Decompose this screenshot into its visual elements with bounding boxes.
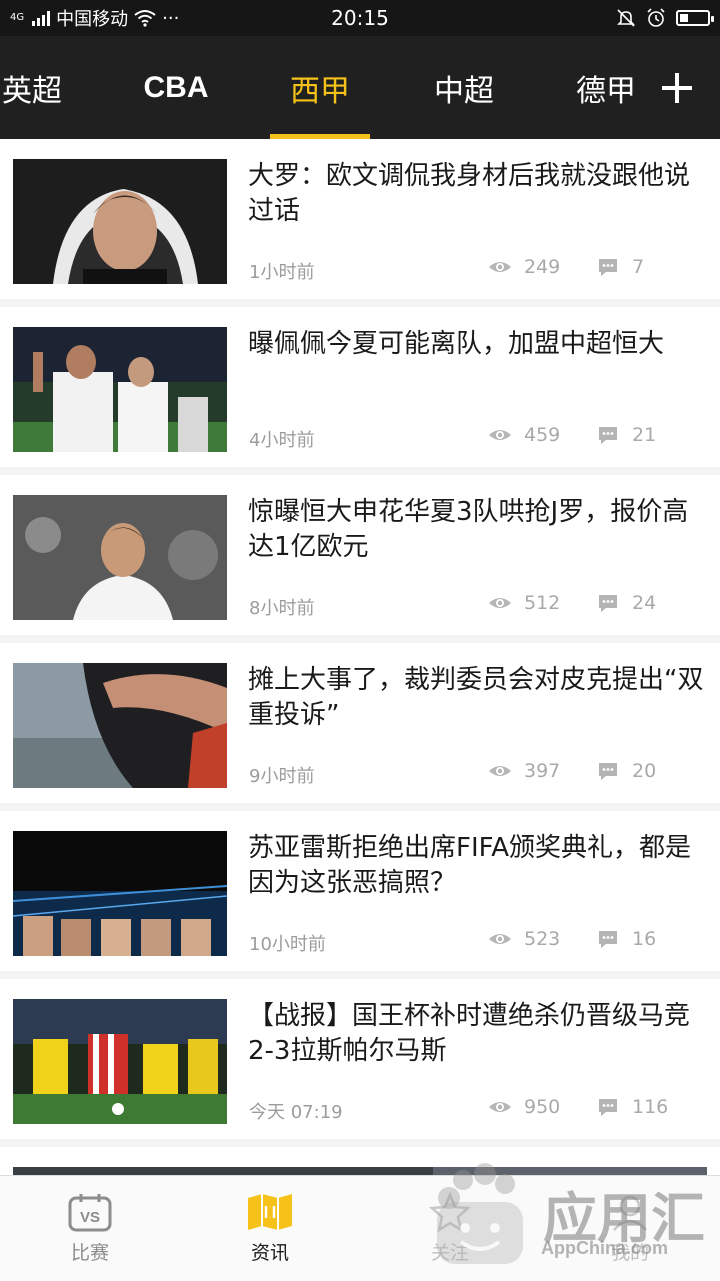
comment-count: 116 (596, 1095, 668, 1119)
news-title: 苏亚雷斯拒绝出席FIFA颁奖典礼，都是因为这张恶搞照？ (248, 833, 691, 898)
news-title: 曝佩佩今夏可能离队，加盟中超恒大 (248, 329, 665, 359)
news-thumbnail (13, 495, 227, 620)
news-item[interactable]: 苏亚雷斯拒绝出席FIFA颁奖典礼，都是因为这张恶搞照？ 10小时前 523 16 (0, 811, 720, 971)
comment-icon (599, 427, 617, 444)
comment-count: 21 (596, 423, 656, 447)
view-count-value: 459 (524, 424, 561, 446)
news-item[interactable]: 惊曝恒大申花华夏3队哄抢J罗，报价高达1亿欧元 8小时前 512 24 (0, 475, 720, 635)
eye-icon (489, 262, 511, 272)
bottom-navigation: VS 比赛 资讯 关注 我的 (0, 1175, 720, 1281)
tab-csl[interactable]: 中超 (414, 36, 514, 139)
eye-icon (489, 1102, 511, 1112)
view-count: 950 (488, 1095, 560, 1119)
tab-la-liga[interactable]: 西甲 (270, 36, 370, 139)
svg-text:VS: VS (80, 1209, 100, 1226)
nav-matches[interactable]: VS 比赛 (20, 1176, 160, 1281)
nav-news[interactable]: 资讯 (200, 1176, 340, 1281)
user-icon (613, 1195, 647, 1231)
news-item[interactable]: 曝佩佩今夏可能离队，加盟中超恒大 4小时前 459 21 (0, 307, 720, 467)
comment-count-value: 20 (632, 760, 657, 782)
star-icon (428, 1192, 472, 1232)
tab-bundesliga[interactable]: 德甲 (556, 36, 656, 139)
comment-icon (599, 931, 617, 948)
news-time: 8小时前 (249, 598, 315, 619)
category-tab-bar: 英超 CBA 西甲 中超 德甲 (0, 36, 720, 139)
comment-icon (599, 595, 617, 612)
view-count: 397 (488, 759, 560, 783)
news-time: 今天 07:19 (249, 1102, 343, 1123)
comment-count: 24 (596, 591, 656, 615)
view-count: 249 (488, 255, 560, 279)
news-time: 9小时前 (249, 766, 315, 787)
news-item[interactable]: 【战报】国王杯补时遭绝杀仍晋级马竞2-3拉斯帕尔马斯 今天 07:19 950 … (0, 979, 720, 1139)
view-count: 523 (488, 927, 560, 951)
news-item[interactable]: 摊上大事了，裁判委员会对皮克提出“双重投诉” 9小时前 397 20 (0, 643, 720, 803)
comment-icon (599, 1099, 617, 1116)
view-count: 512 (488, 591, 560, 615)
comment-icon (599, 763, 617, 780)
news-thumbnail (13, 663, 227, 788)
eye-icon (489, 598, 511, 608)
view-count-value: 249 (524, 256, 561, 278)
mute-icon (617, 9, 635, 27)
clock: 20:15 (331, 6, 389, 30)
tab-cba[interactable]: CBA (130, 36, 222, 139)
comment-count: 16 (596, 927, 656, 951)
nav-label: 关注 (430, 1242, 469, 1264)
news-time: 4小时前 (249, 430, 315, 451)
comment-icon (599, 259, 617, 276)
nav-label: 资讯 (250, 1242, 289, 1264)
eye-icon (489, 430, 511, 440)
news-book-icon (248, 1194, 292, 1230)
comment-count-value: 16 (632, 928, 657, 950)
comment-count-value: 24 (632, 592, 657, 614)
view-count-value: 397 (524, 760, 561, 782)
nav-profile[interactable]: 我的 (560, 1176, 700, 1281)
comment-count-value: 116 (632, 1096, 669, 1118)
nav-label: 比赛 (70, 1242, 109, 1264)
news-item[interactable]: 大罗：欧文调侃我身材后我就没跟他说过话 1小时前 249 7 (0, 139, 720, 299)
view-count-value: 523 (524, 928, 561, 950)
nav-follow[interactable]: 关注 (380, 1176, 520, 1281)
nav-label: 我的 (610, 1242, 649, 1264)
battery-icon (676, 10, 714, 26)
news-title: 惊曝恒大申花华夏3队哄抢J罗，报价高达1亿欧元 (248, 497, 689, 562)
plus-icon[interactable] (652, 36, 702, 139)
news-thumbnail (13, 999, 227, 1124)
status-bar: 4G 中国移动 ··· 20:15 (0, 0, 720, 36)
vs-calendar-icon: VS (68, 1194, 112, 1232)
news-thumbnail (13, 159, 227, 284)
news-title: 摊上大事了，裁判委员会对皮克提出“双重投诉” (248, 665, 704, 730)
comment-count: 7 (596, 255, 644, 279)
comment-count: 20 (596, 759, 656, 783)
comment-count-value: 21 (632, 424, 657, 446)
tab-premier-league[interactable]: 英超 (0, 36, 64, 139)
news-time: 10小时前 (249, 934, 326, 955)
comment-count-value: 7 (632, 256, 645, 278)
news-title: 大罗：欧文调侃我身材后我就没跟他说过话 (248, 161, 691, 226)
news-thumbnail (13, 327, 227, 452)
news-thumbnail (13, 831, 227, 956)
alarm-icon (647, 8, 665, 27)
view-count-value: 950 (524, 1096, 561, 1118)
eye-icon (489, 934, 511, 944)
eye-icon (489, 766, 511, 776)
news-time: 1小时前 (249, 262, 315, 283)
view-count: 459 (488, 423, 560, 447)
news-title: 【战报】国王杯补时遭绝杀仍晋级马竞2-3拉斯帕尔马斯 (248, 1001, 691, 1066)
view-count-value: 512 (524, 592, 561, 614)
